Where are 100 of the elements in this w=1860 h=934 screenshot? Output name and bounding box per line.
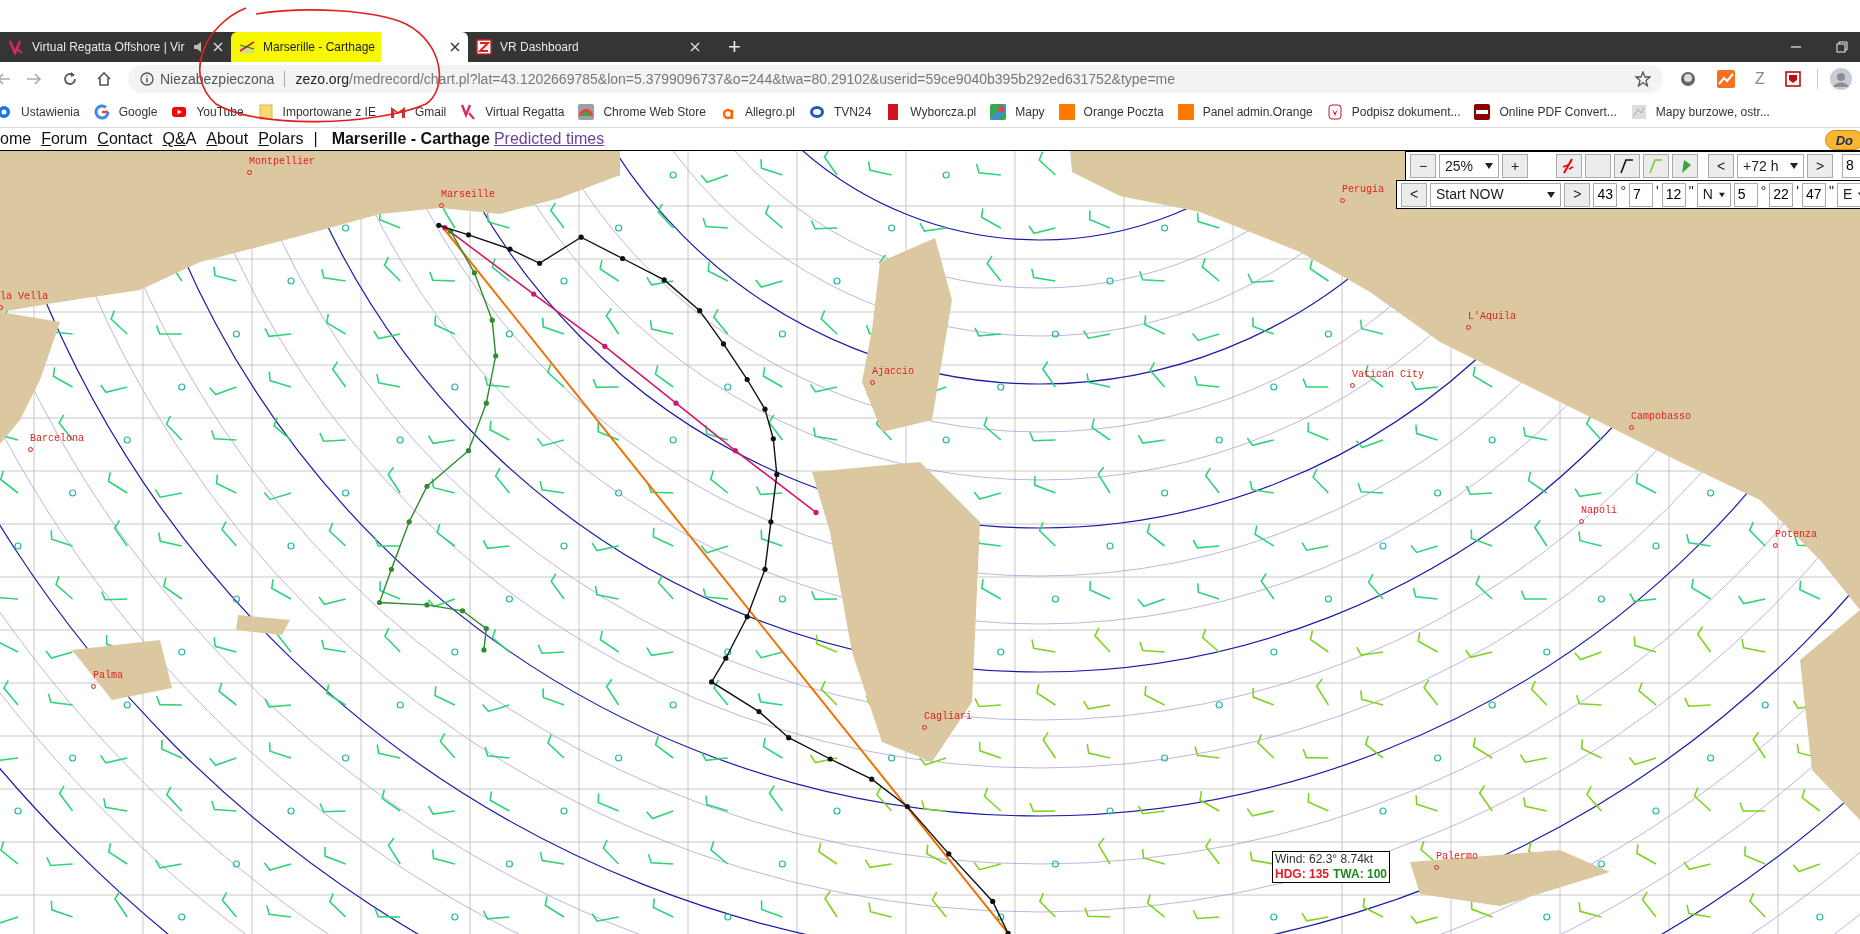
bookmark[interactable]: TVN24 xyxy=(809,102,872,121)
donate-button[interactable]: Do xyxy=(1824,130,1860,150)
bookmark[interactable]: Mapy xyxy=(990,102,1045,121)
caret-icon xyxy=(1718,191,1725,198)
chart-icon xyxy=(239,39,255,55)
city-marker-icon xyxy=(1340,198,1345,203)
caret-icon xyxy=(1485,163,1493,169)
city-marker-icon xyxy=(28,447,33,452)
next-button[interactable]: > xyxy=(1564,182,1591,207)
bookmark[interactable]: Allegro.pl xyxy=(719,102,795,121)
city-marker-icon xyxy=(91,684,96,689)
page-title: Marserille - Carthage xyxy=(331,129,490,149)
nav-link[interactable]: Forum xyxy=(41,127,88,151)
nav-link[interactable]: ome xyxy=(0,127,32,151)
zoom-out-button[interactable]: − xyxy=(1410,154,1436,178)
zoom-select[interactable]: 25% xyxy=(1439,154,1499,178)
city-marker-icon xyxy=(439,203,444,208)
forecast-select[interactable]: +72 h xyxy=(1737,154,1804,178)
city-label: Marseille xyxy=(441,190,495,200)
start-time-select[interactable]: Start NOW xyxy=(1430,182,1562,207)
letter-z-icon xyxy=(476,39,492,55)
bookmark[interactable]: Panel admin.Orange xyxy=(1177,102,1313,121)
city-label: Palma xyxy=(93,671,123,681)
city-label: Perugia xyxy=(1342,185,1384,195)
extension-letter[interactable]: Z xyxy=(1755,67,1765,91)
coordinate-field[interactable]: 22 xyxy=(1769,182,1794,207)
bookmark[interactable]: Virtual Regatta xyxy=(460,102,565,121)
nav-link[interactable]: Contact xyxy=(97,127,153,151)
coordinate-field[interactable]: 5 xyxy=(1733,182,1758,207)
barb-icon xyxy=(1618,157,1636,175)
avatar-icon[interactable] xyxy=(1829,68,1852,90)
unit-sign: ° xyxy=(1620,182,1627,201)
tab[interactable]: Marserille - Carthage xyxy=(231,32,468,62)
restore-icon[interactable] xyxy=(1836,41,1848,53)
coordinate-field[interactable]: 7 xyxy=(1629,182,1654,207)
caret-icon xyxy=(1547,191,1556,198)
nav-link[interactable]: Q&A xyxy=(162,127,197,151)
hemisphere-select[interactable]: E xyxy=(1837,182,1860,207)
g-logo-icon xyxy=(93,103,110,120)
route-tool-button[interactable] xyxy=(1556,154,1582,178)
hemisphere-select[interactable]: N xyxy=(1696,182,1731,207)
city-marker-icon xyxy=(1466,325,1471,330)
city-label: Ajaccio xyxy=(872,367,914,377)
unit-sign: ' xyxy=(1656,182,1659,201)
bookmark[interactable]: Online PDF Convert... xyxy=(1474,102,1617,121)
city-label: Palermo xyxy=(1436,852,1478,862)
city-label: Napoli xyxy=(1581,506,1617,516)
tab-title: Marserille - Carthage xyxy=(263,39,377,56)
city-label: Campobasso xyxy=(1631,412,1691,422)
info-icon[interactable] xyxy=(140,72,154,86)
bookmark[interactable]: Google xyxy=(93,102,158,121)
v-logo-icon xyxy=(460,103,477,120)
city-marker-icon xyxy=(1579,519,1584,524)
bookmark[interactable]: Podpisz dokument... xyxy=(1326,102,1461,121)
previous-button[interactable]: < xyxy=(1708,154,1734,178)
city-label: la Vella xyxy=(0,292,48,302)
barb-tool-button[interactable] xyxy=(1614,154,1640,178)
bookmark[interactable]: Chrome Web Store xyxy=(578,102,706,121)
city-marker-icon xyxy=(1773,543,1778,548)
previous-button[interactable]: < xyxy=(1401,182,1427,207)
zoom-in-button[interactable]: + xyxy=(1502,154,1528,178)
flag-tool-button[interactable] xyxy=(1672,154,1698,178)
caret-icon xyxy=(1790,163,1798,169)
next-button[interactable]: > xyxy=(1807,154,1833,178)
rainbow-icon xyxy=(578,103,595,120)
reload-icon[interactable] xyxy=(62,71,78,87)
nav-link[interactable]: Polars xyxy=(258,127,304,151)
city-marker-icon xyxy=(870,380,875,385)
city-marker-icon xyxy=(1629,425,1634,430)
bookmark[interactable]: Ustawienia xyxy=(0,102,80,121)
coordinate-field[interactable]: 47 xyxy=(1802,182,1826,207)
coordinate-field[interactable]: 43 xyxy=(1593,182,1618,207)
close-icon[interactable] xyxy=(450,42,460,52)
home-icon[interactable] xyxy=(96,71,112,87)
nav-link[interactable]: About xyxy=(206,127,249,151)
coordinate-field[interactable]: 12 xyxy=(1661,182,1686,207)
heading-reading: HDG: 135 xyxy=(1275,867,1330,882)
shield-icon[interactable] xyxy=(1784,71,1801,87)
unit-sign: " xyxy=(1688,182,1694,201)
bookmark[interactable]: Mapy burzowe, ostr... xyxy=(1630,102,1770,121)
bookmark[interactable]: Gmail xyxy=(389,102,447,121)
bookmark[interactable]: Orange Poczta xyxy=(1058,102,1164,121)
city-marker-icon xyxy=(1350,383,1355,388)
unit-sign: ' xyxy=(1796,182,1799,201)
predicted-times-link[interactable]: Predicted times xyxy=(493,127,605,151)
city-label: L'Aquila xyxy=(1468,312,1516,322)
new-tab-button[interactable]: + xyxy=(722,32,747,62)
letter-v-icon xyxy=(8,39,24,55)
bookmark[interactable]: Importowane z IE xyxy=(257,102,376,121)
city-label: Cagliari xyxy=(924,712,972,722)
trend-chart-icon[interactable] xyxy=(1717,70,1735,88)
city-label: Barcelona xyxy=(30,434,84,444)
star-icon[interactable] xyxy=(1635,71,1651,87)
separator-text: | xyxy=(313,129,318,149)
bookmark[interactable]: Wyborcza.pl xyxy=(885,102,977,121)
tab-title: Virtual Regatta Offshore | Vir xyxy=(32,39,185,56)
twa-reading: TWA: 100 xyxy=(1333,867,1388,882)
folder-icon xyxy=(257,103,274,120)
input-field[interactable]: 8 xyxy=(1842,154,1860,178)
city-label: Montpellier xyxy=(249,157,315,167)
